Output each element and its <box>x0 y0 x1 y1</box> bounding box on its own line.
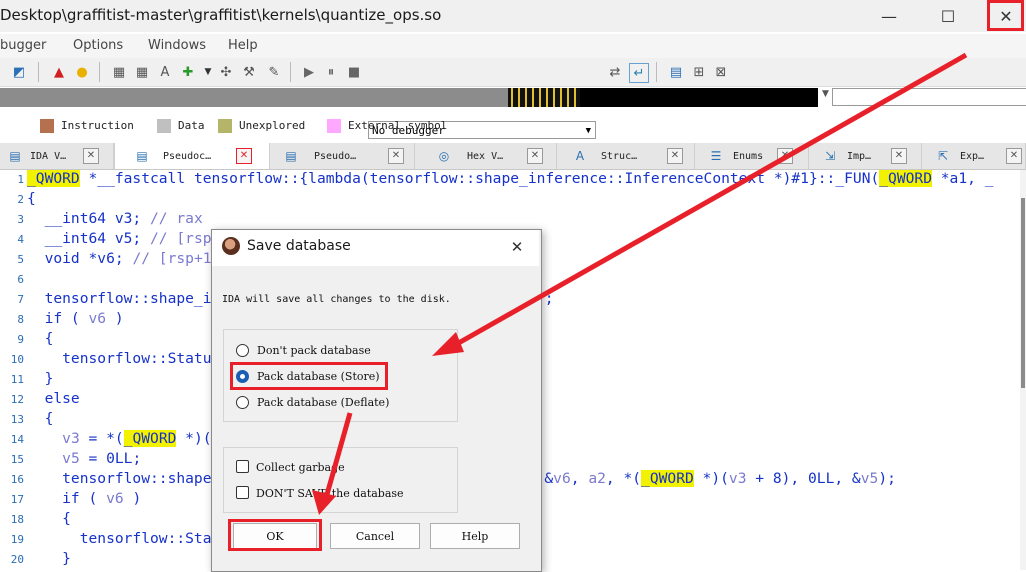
arrow-line <box>446 52 968 352</box>
arrow-line <box>323 412 353 499</box>
arrow-to-pack-store <box>432 52 968 356</box>
arrow-head <box>312 490 336 515</box>
annotation-arrows <box>312 52 968 515</box>
arrow-to-ok <box>312 412 353 515</box>
arrow-head <box>432 332 464 356</box>
